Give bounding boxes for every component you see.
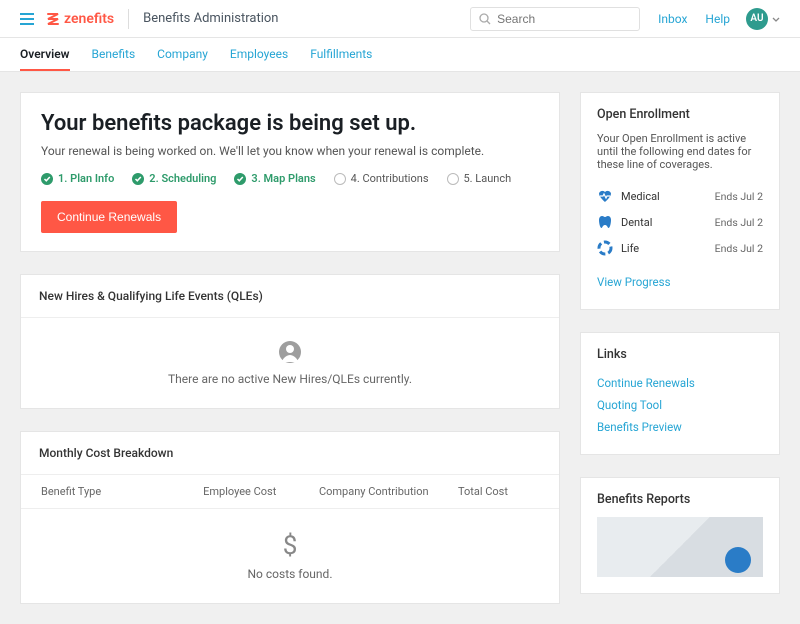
link-quoting-tool[interactable]: Quoting Tool [597,394,763,416]
oe-title: Open Enrollment [581,93,779,132]
link-continue-renewals[interactable]: Continue Renewals [597,372,763,394]
page-body: Your benefits package is being set up. Y… [0,72,800,624]
avatar[interactable]: AU [746,8,768,30]
tab-fulfillments[interactable]: Fulfillments [310,47,372,71]
coverage-dental: Dental Ends Jul 2 [597,209,763,235]
hero-title: Your benefits package is being set up. [41,111,539,136]
qle-body: There are no active New Hires/QLEs curre… [21,318,559,408]
step-plan-info: 1. Plan Info [41,172,114,185]
qle-title: New Hires & Qualifying Life Events (QLEs… [21,275,559,318]
topbar: zenefits Benefits Administration Inbox H… [0,0,800,38]
coverage-medical: Medical Ends Jul 2 [597,183,763,209]
step-map-plans: 3. Map Plans [234,172,315,185]
tabs: Overview Benefits Company Employees Fulf… [0,38,800,72]
check-icon [234,173,246,185]
person-icon [278,340,302,364]
divider [128,9,129,29]
col-employee-cost: Employee Cost [203,485,319,498]
menu-icon[interactable] [20,13,34,25]
brand-text: zenefits [64,11,114,27]
help-link[interactable]: Help [705,12,730,26]
col-total-cost: Total Cost [458,485,539,498]
tooth-icon [597,214,613,230]
step-launch: 5. Launch [447,172,512,185]
tab-company[interactable]: Company [157,47,208,71]
step-scheduling: 2. Scheduling [132,172,216,185]
cost-breakdown-card: Monthly Cost Breakdown Benefit Type Empl… [20,431,560,604]
search-icon [479,13,491,25]
ring-icon [597,240,613,256]
step-contributions: 4. Contributions [334,172,429,185]
steps-row: 1. Plan Info 2. Scheduling 3. Map Plans … [41,172,539,185]
col-company-contribution: Company Contribution [319,485,458,498]
tab-overview[interactable]: Overview [20,47,70,71]
reports-image [597,517,763,577]
check-icon [41,173,53,185]
link-benefits-preview[interactable]: Benefits Preview [597,416,763,438]
continue-renewals-button[interactable]: Continue Renewals [41,201,177,233]
brand-logo[interactable]: zenefits [46,11,114,27]
heart-icon [597,188,613,204]
open-enrollment-card: Open Enrollment Your Open Enrollment is … [580,92,780,310]
setup-hero-card: Your benefits package is being set up. Y… [20,92,560,252]
cost-title: Monthly Cost Breakdown [21,432,559,475]
sidebar: Open Enrollment Your Open Enrollment is … [580,92,780,604]
coverage-list: Medical Ends Jul 2 Dental Ends Jul 2 [597,183,763,261]
search-field[interactable] [497,12,631,26]
oe-desc: Your Open Enrollment is active until the… [597,132,763,171]
dollar-icon: $ [39,531,541,561]
inbox-link[interactable]: Inbox [658,12,687,26]
cost-body: $ No costs found. [21,509,559,603]
check-icon [132,173,144,185]
tab-benefits[interactable]: Benefits [92,47,136,71]
qle-card: New Hires & Qualifying Life Events (QLEs… [20,274,560,409]
qle-empty-text: There are no active New Hires/QLEs curre… [39,372,541,386]
main-column: Your benefits package is being set up. Y… [20,92,560,604]
cost-headers: Benefit Type Employee Cost Company Contr… [21,475,559,509]
app-title: Benefits Administration [143,11,278,26]
view-progress-link[interactable]: View Progress [597,271,763,293]
links-title: Links [581,333,779,372]
col-benefit-type: Benefit Type [41,485,203,498]
circle-icon [334,173,346,185]
hero-subtitle: Your renewal is being worked on. We'll l… [41,144,539,158]
links-card: Links Continue Renewals Quoting Tool Ben… [580,332,780,455]
search-input[interactable] [470,7,640,31]
tab-employees[interactable]: Employees [230,47,288,71]
circle-icon [447,173,459,185]
cost-empty-text: No costs found. [39,567,541,581]
benefits-reports-card: Benefits Reports [580,477,780,594]
chevron-down-icon[interactable] [772,11,780,26]
reports-title: Benefits Reports [581,478,779,517]
coverage-life: Life Ends Jul 2 [597,235,763,261]
